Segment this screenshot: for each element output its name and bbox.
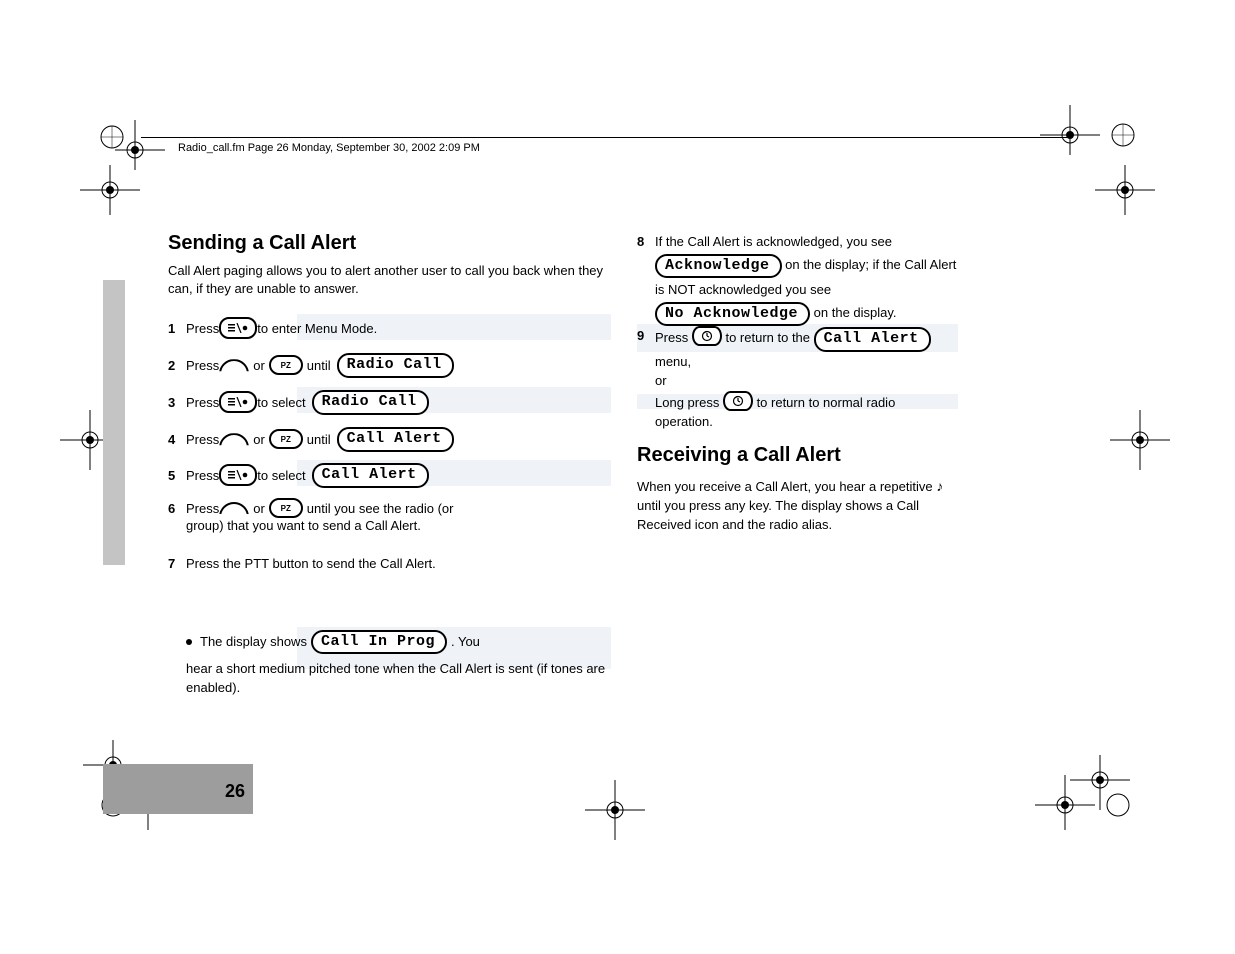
receive-text: When you receive a Call Alert, you hear … — [637, 476, 957, 535]
crop-mark-tl2 — [75, 165, 145, 240]
step-num: 4 — [168, 432, 186, 447]
recv3: until you press any key. The display — [637, 498, 842, 513]
recv2: repetitive — [880, 479, 936, 494]
heading-send-call-alert: Sending a Call Alert — [168, 232, 356, 255]
step-1-text-b: to enter Menu Mode. — [257, 321, 377, 336]
step-1-text-a: Press — [186, 321, 219, 336]
crop-mark-bc — [585, 780, 645, 845]
bullet-icon — [186, 639, 192, 645]
step-2-text-b: until — [307, 358, 331, 373]
pill-acknowledge2: Acknowledge — [655, 254, 782, 279]
step-num-7: 7 — [168, 555, 186, 698]
r8a2: If the Call Alert is acknowledged, you s… — [655, 234, 892, 249]
step-6-text-b: until you see the radio (or — [307, 501, 454, 516]
step7-clean: 7 Press the PTT button to send the Call … — [168, 555, 613, 698]
r9e: Long press — [655, 395, 723, 410]
pz-button-icon: PZ — [269, 498, 303, 518]
r8c: is NOT acknowledged you see — [655, 282, 831, 297]
header-rule — [141, 137, 1071, 138]
crop-mark-mr — [1110, 410, 1170, 475]
step-5-text-b: to select — [257, 468, 305, 483]
heading-receive-call-alert: Receiving a Call Alert — [637, 444, 841, 467]
up-arc-icon — [219, 431, 249, 447]
music-note-icon: ♪ — [936, 478, 943, 494]
step-5-text-a: Press — [186, 468, 219, 483]
crop-mark-br — [1030, 755, 1140, 840]
pill-call-alert: Call Alert — [312, 463, 429, 488]
menu-button-icon — [219, 391, 257, 413]
right-col-step8-flow: 8 If the Call Alert is acknowledged, you… — [637, 232, 957, 328]
pill-no-acknowledge: No Acknowledge — [655, 302, 810, 327]
step-num: 6 — [168, 501, 186, 516]
s7b: The display shows — [200, 633, 307, 652]
header-text: Radio_call.fm Page 26 Monday, September … — [178, 142, 480, 154]
step-4-or: or — [253, 432, 265, 447]
step-6-text-c: group) that you want to send a Call Aler… — [186, 518, 421, 533]
step-3: 3 Press to select Radio Call — [168, 390, 429, 415]
crop-mark-tr2 — [1090, 165, 1160, 240]
step-4-text-b: until — [307, 432, 331, 447]
right-col-step9-flow: 9 Press to return to the Call Alert menu… — [637, 326, 957, 432]
pill-call-in-prog2: Call In Prog — [311, 630, 447, 655]
step-6-or: or — [253, 501, 265, 516]
r8b: on the display; if the Call Alert — [785, 257, 956, 272]
r9f: to return to normal radio — [757, 395, 896, 410]
r9c: menu, — [655, 354, 691, 369]
step-6: 6 Press or PZ until you see the radio (o… — [168, 498, 454, 518]
side-tab — [103, 280, 125, 565]
step-num: 1 — [168, 321, 186, 336]
step-3-text-b: to select — [257, 395, 305, 410]
step-num: 3 — [168, 395, 186, 410]
pill-call-alert-r: Call Alert — [814, 327, 931, 352]
s7a: Press the PTT button to send the Call Al… — [186, 555, 613, 574]
clock-button-icon — [723, 391, 753, 411]
page-number: 26 — [225, 781, 245, 802]
menu-button-icon — [219, 464, 257, 486]
step-5: 5 Press to select Call Alert — [168, 463, 429, 488]
up-arc-icon — [219, 357, 249, 373]
step-num-8: 8 — [637, 232, 655, 328]
pill-call-alert: Call Alert — [337, 427, 454, 452]
step-1: 1 Press to enter Menu Mode. — [168, 317, 377, 339]
up-arc-icon — [219, 500, 249, 516]
send-alert-intro: Call Alert paging allows you to alert an… — [168, 262, 608, 297]
step-num-9: 9 — [637, 326, 655, 432]
step-4: 4 Press or PZ until Call Alert — [168, 427, 454, 452]
recv1: When you receive a Call Alert, you hear … — [637, 479, 876, 494]
pz-button-icon: PZ — [269, 355, 303, 375]
step-6-text-a: Press — [186, 501, 219, 516]
pill-radio-call: Radio Call — [337, 353, 454, 378]
r9b: to return to the — [725, 330, 813, 345]
step-num: 5 — [168, 468, 186, 483]
s7c: . You — [451, 633, 480, 652]
step-2-text-a: Press — [186, 358, 219, 373]
s7d: hear a short medium pitched tone when th… — [186, 660, 613, 698]
r9g: operation. — [655, 414, 713, 429]
step-4-text-a: Press — [186, 432, 219, 447]
pill-radio-call: Radio Call — [312, 390, 429, 415]
clock-button-icon — [692, 326, 722, 346]
menu-button-icon — [219, 317, 257, 339]
r9a: Press — [655, 330, 692, 345]
step-num: 2 — [168, 358, 186, 373]
step-3-text-a: Press — [186, 395, 219, 410]
step-2: 2 Press or PZ until Radio Call — [168, 353, 454, 378]
r8d: on the display. — [814, 305, 897, 320]
step-2-or: or — [253, 358, 265, 373]
r9d: or — [655, 373, 667, 388]
pz-button-icon: PZ — [269, 429, 303, 449]
